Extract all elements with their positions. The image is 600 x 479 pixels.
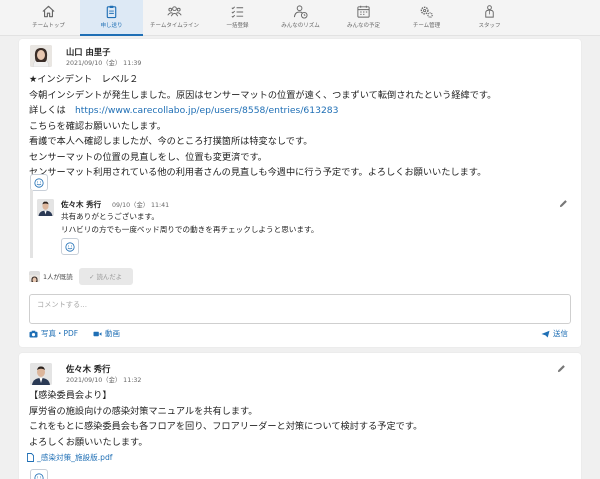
nav-item-staff[interactable]: スタッフ bbox=[458, 0, 521, 36]
user-clock-icon bbox=[293, 5, 308, 19]
nav-label: みんなの予定 bbox=[346, 23, 380, 29]
post-timestamp: 2021/09/10（金） 11:39 bbox=[66, 60, 142, 67]
reply: 佐々木 秀行 09/10（金） 11:41 共有ありがとうございます。 リハビリ… bbox=[30, 190, 570, 258]
nav-label: チームタイムライン bbox=[150, 23, 199, 29]
nav-item-everyone-rhythm[interactable]: みんなのリズム bbox=[269, 0, 332, 36]
file-icon bbox=[27, 453, 34, 462]
send-icon bbox=[541, 330, 550, 338]
comment-input[interactable]: コメントする... bbox=[29, 294, 571, 324]
readers-row: 1人が既読 ✓ 読んだよ bbox=[29, 268, 133, 285]
post-line: よろしくお願いいたします。 bbox=[29, 436, 148, 448]
team-icon bbox=[167, 6, 182, 17]
attach-video-button[interactable]: 動画 bbox=[93, 328, 120, 339]
post-body: 【感染委員会より】 厚労省の施設向けの感染対策マニュアルを共有します。 これをも… bbox=[29, 388, 422, 450]
smiley-icon bbox=[34, 472, 44, 479]
calendar-icon bbox=[357, 5, 370, 18]
nav-item-handover[interactable]: 申し送り bbox=[80, 0, 143, 36]
nav-label: 一括登録 bbox=[226, 23, 249, 29]
avatar[interactable] bbox=[37, 199, 54, 216]
post-author[interactable]: 佐々木 秀行 bbox=[66, 363, 110, 375]
nav-item-team-timeline[interactable]: チームタイムライン bbox=[143, 0, 206, 36]
nav-item-bulk-register[interactable]: 一括登録 bbox=[206, 0, 269, 36]
post-line: センサーマット利用されている他の利用者さんの見直しも今週中に行う予定です。よろし… bbox=[29, 167, 487, 178]
avatar[interactable] bbox=[30, 363, 52, 385]
smiley-icon bbox=[34, 177, 44, 188]
nav-label: スタッフ bbox=[478, 23, 501, 29]
post-line: こちらを確認お願いいたします。 bbox=[29, 120, 166, 132]
post-line: 詳しくは https://www.carecollabo.jp/ep/users… bbox=[29, 103, 496, 119]
nav-item-team-management[interactable]: チーム管理 bbox=[395, 0, 458, 36]
send-button[interactable]: 送信 bbox=[541, 328, 568, 339]
nav-label: 申し送り bbox=[100, 23, 123, 29]
post-line: これをもとに感染委員会も各フロアを回り、フロアリーダーと対策について検討する予定… bbox=[29, 421, 423, 432]
clipboard-icon bbox=[106, 5, 117, 19]
home-icon bbox=[42, 5, 55, 18]
reaction-button[interactable] bbox=[61, 238, 79, 255]
read-button[interactable]: ✓ 読んだよ bbox=[78, 268, 133, 285]
reply-line: リハビリの方でも一度ベッド周りでの動きを再チェックしようと思います。 bbox=[61, 225, 319, 234]
attach-video-label: 動画 bbox=[105, 329, 120, 338]
attachment-file-link[interactable]: _感染対策_施設版.pdf bbox=[27, 452, 112, 463]
post-line: 看護で本人へ確認しましたが、今のところ打撲箇所は特変なしです。 bbox=[29, 136, 313, 147]
reaction-button[interactable] bbox=[30, 469, 48, 479]
post-timestamp: 2021/09/10（金） 11:32 bbox=[66, 377, 142, 384]
entry-link[interactable]: https://www.carecollabo.jp/ep/users/8558… bbox=[75, 105, 339, 116]
reply-author[interactable]: 佐々木 秀行 bbox=[61, 199, 101, 210]
nav-label: チームトップ bbox=[32, 23, 65, 29]
avatar[interactable] bbox=[30, 45, 52, 67]
post-line: 今朝インシデントが発生しました。原因はセンサーマットの位置が遠く、つまずいて転倒… bbox=[29, 89, 497, 101]
checklist-icon bbox=[231, 6, 244, 18]
attachment-file-name: _感染対策_施設版.pdf bbox=[37, 453, 113, 462]
attach-photo-label: 写真・PDF bbox=[41, 329, 79, 338]
post-line: 厚労省の施設向けの感染対策マニュアルを共有します。 bbox=[29, 405, 258, 417]
post-line: ★インシデント レベル２ bbox=[29, 74, 139, 85]
reply-line: 共有ありがとうございます。 bbox=[61, 212, 159, 221]
attach-photo-button[interactable]: 写真・PDF bbox=[29, 328, 78, 339]
nav-label: チーム管理 bbox=[412, 23, 441, 29]
post-card: 山口 由里子 2021/09/10（金） 11:39 ★インシデント レベル２ … bbox=[19, 39, 581, 347]
post-line: センサーマットの位置の見直しをし、位置も変更済です。 bbox=[29, 151, 267, 163]
gears-icon bbox=[420, 6, 433, 18]
post-body: ★インシデント レベル２ 今朝インシデントが発生しました。原因はセンサーマットの… bbox=[29, 72, 496, 181]
reaction-button[interactable] bbox=[30, 174, 48, 191]
post-card: 佐々木 秀行 2021/09/10（金） 11:32 【感染委員会より】 厚労省… bbox=[19, 353, 581, 479]
nav-label: みんなのリズム bbox=[281, 23, 320, 29]
camera-icon bbox=[29, 330, 38, 338]
send-label: 送信 bbox=[553, 329, 568, 338]
edit-pencil-icon[interactable] bbox=[559, 199, 568, 208]
post-author[interactable]: 山口 由里子 bbox=[66, 46, 110, 58]
post-line: 【感染委員会より】 bbox=[29, 390, 112, 401]
smiley-icon bbox=[65, 241, 75, 252]
reply-timestamp: 09/10（金） 11:41 bbox=[112, 202, 170, 209]
post-text: 詳しくは bbox=[29, 105, 66, 116]
top-navigation: チームトップ 申し送り チームタイムライン 一括登録 みんなのリズム みんなの予… bbox=[0, 0, 600, 36]
reader-avatar[interactable] bbox=[29, 271, 40, 282]
staff-icon bbox=[485, 5, 494, 18]
video-icon bbox=[93, 331, 102, 336]
edit-pencil-icon[interactable] bbox=[557, 364, 566, 373]
reply-body: 共有ありがとうございます。 リハビリの方でも一度ベッド周りでの動きを再チェックし… bbox=[61, 210, 318, 236]
nav-item-everyone-schedule[interactable]: みんなの予定 bbox=[332, 0, 395, 36]
nav-item-team-top[interactable]: チームトップ bbox=[17, 0, 80, 36]
readers-count[interactable]: 1人が既読 bbox=[43, 272, 73, 281]
